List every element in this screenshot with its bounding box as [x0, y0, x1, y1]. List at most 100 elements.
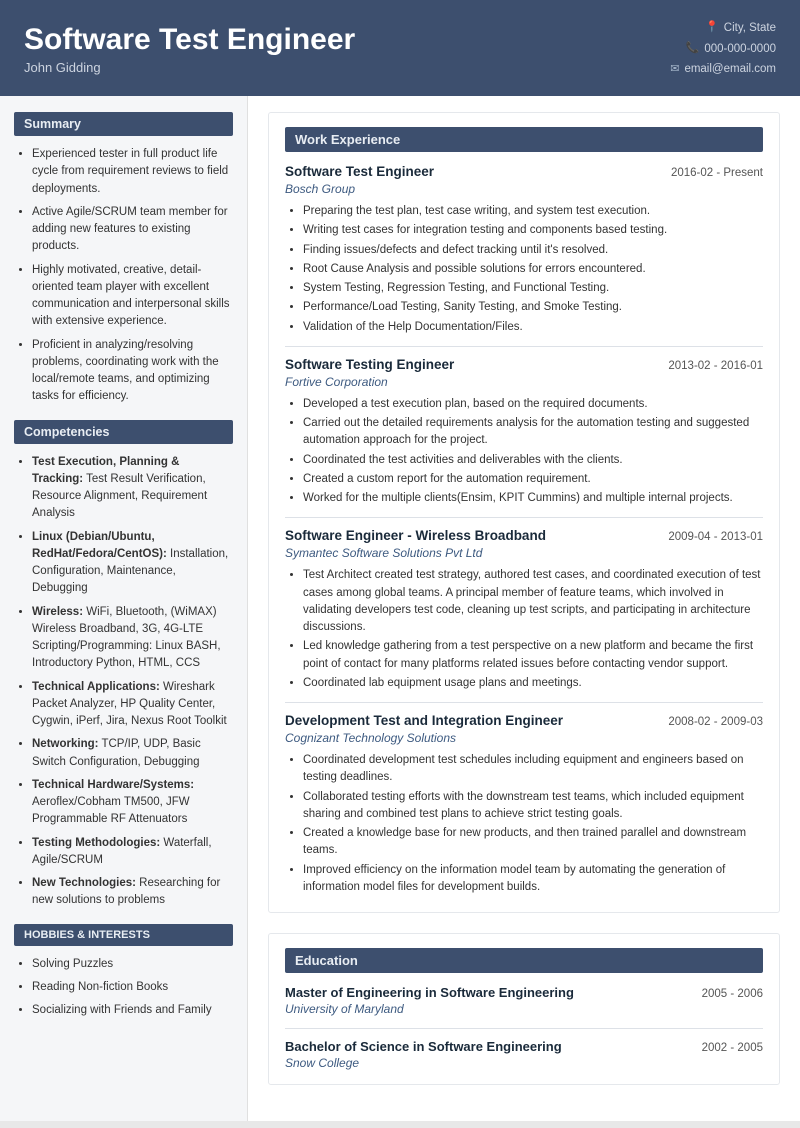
- comp-bold: Wireless:: [32, 606, 83, 618]
- comp-bold: New Technologies:: [32, 877, 136, 889]
- job-2-bullets: Test Architect created test strategy, au…: [285, 567, 763, 692]
- list-item: Networking: TCP/IP, UDP, Basic Switch Co…: [32, 736, 233, 771]
- location-text: City, State: [724, 18, 776, 39]
- list-item: Performance/Load Testing, Sanity Testing…: [303, 299, 763, 316]
- competencies-title: Competencies: [14, 420, 233, 444]
- list-item: Coordinated lab equipment usage plans an…: [303, 675, 763, 692]
- summary-list: Experienced tester in full product life …: [14, 146, 233, 406]
- job-3-company: Cognizant Technology Solutions: [285, 731, 763, 745]
- job-3-title: Development Test and Integration Enginee…: [285, 713, 563, 728]
- list-item: Wireless: WiFi, Bluetooth, (WiMAX) Wirel…: [32, 604, 233, 673]
- job-0: Software Test Engineer 2016-02 - Present…: [285, 164, 763, 336]
- sidebar: Summary Experienced tester in full produ…: [0, 96, 248, 1121]
- list-item: Preparing the test plan, test case writi…: [303, 203, 763, 220]
- job-2-title: Software Engineer - Wireless Broadband: [285, 528, 546, 543]
- email-icon: ✉: [670, 60, 679, 80]
- candidate-title: John Gidding: [24, 60, 355, 75]
- list-item: Coordinated the test activities and deli…: [303, 452, 763, 469]
- list-item: Carried out the detailed requirements an…: [303, 415, 763, 450]
- divider: [285, 1028, 763, 1029]
- job-2-dates: 2009-04 - 2013-01: [668, 531, 763, 543]
- list-item: Finding issues/defects and defect tracki…: [303, 242, 763, 259]
- list-item: Testing Methodologies: Waterfall, Agile/…: [32, 835, 233, 870]
- list-item: Worked for the multiple clients(Ensim, K…: [303, 490, 763, 507]
- work-experience-title: Work Experience: [285, 127, 763, 152]
- edu-0-dates: 2005 - 2006: [702, 988, 763, 1000]
- job-0-title: Software Test Engineer: [285, 164, 434, 179]
- job-1-dates: 2013-02 - 2016-01: [668, 360, 763, 372]
- comp-bold: Testing Methodologies:: [32, 837, 160, 849]
- contact-location: 📍 City, State: [670, 18, 776, 39]
- edu-1-degree: Bachelor of Science in Software Engineer…: [285, 1039, 562, 1054]
- main-content: Work Experience Software Test Engineer 2…: [248, 96, 800, 1121]
- phone-text: 000-000-0000: [704, 39, 776, 60]
- edu-1-school: Snow College: [285, 1056, 763, 1070]
- divider: [285, 346, 763, 347]
- edu-1-header: Bachelor of Science in Software Engineer…: [285, 1039, 763, 1054]
- hobbies-title: HOBBIES & INTERESTS: [14, 924, 233, 946]
- job-2-header: Software Engineer - Wireless Broadband 2…: [285, 528, 763, 543]
- competencies-list: Test Execution, Planning & Tracking: Tes…: [14, 454, 233, 910]
- header-right: 📍 City, State 📞 000-000-0000 ✉ email@ema…: [670, 18, 776, 80]
- list-item: Coordinated development test schedules i…: [303, 752, 763, 787]
- list-item: Reading Non-fiction Books: [32, 979, 233, 996]
- job-2: Software Engineer - Wireless Broadband 2…: [285, 528, 763, 692]
- job-1-bullets: Developed a test execution plan, based o…: [285, 396, 763, 508]
- list-item: Experienced tester in full product life …: [32, 146, 233, 198]
- list-item: New Technologies: Researching for new so…: [32, 875, 233, 910]
- comp-bold: Linux (Debian/Ubuntu, RedHat/Fedora/Cent…: [32, 531, 167, 560]
- education-section: Education Master of Engineering in Softw…: [268, 933, 780, 1085]
- phone-icon: 📞: [686, 39, 700, 59]
- location-icon: 📍: [705, 18, 719, 38]
- header: Software Test Engineer John Gidding 📍 Ci…: [0, 0, 800, 96]
- email-text: email@email.com: [684, 59, 776, 80]
- list-item: Developed a test execution plan, based o…: [303, 396, 763, 413]
- summary-title: Summary: [14, 112, 233, 136]
- work-experience-section: Work Experience Software Test Engineer 2…: [268, 112, 780, 913]
- job-0-dates: 2016-02 - Present: [671, 167, 763, 179]
- list-item: Technical Hardware/Systems: Aeroflex/Cob…: [32, 777, 233, 829]
- job-1: Software Testing Engineer 2013-02 - 2016…: [285, 357, 763, 508]
- header-left: Software Test Engineer John Gidding: [24, 23, 355, 75]
- edu-0-degree: Master of Engineering in Software Engine…: [285, 985, 574, 1000]
- job-3-bullets: Coordinated development test schedules i…: [285, 752, 763, 896]
- divider: [285, 517, 763, 518]
- edu-0-header: Master of Engineering in Software Engine…: [285, 985, 763, 1000]
- resume-wrapper: Software Test Engineer John Gidding 📍 Ci…: [0, 0, 800, 1121]
- education-title: Education: [285, 948, 763, 973]
- contact-email: ✉ email@email.com: [670, 59, 776, 80]
- list-item: Created a custom report for the automati…: [303, 471, 763, 488]
- contact-phone: 📞 000-000-0000: [670, 39, 776, 60]
- list-item: Technical Applications: Wireshark Packet…: [32, 679, 233, 731]
- list-item: Solving Puzzles: [32, 956, 233, 973]
- list-item: Socializing with Friends and Family: [32, 1002, 233, 1019]
- candidate-name: Software Test Engineer: [24, 23, 355, 56]
- comp-normal: Aeroflex/Cobham TM500, JFW Programmable …: [32, 796, 190, 825]
- job-0-header: Software Test Engineer 2016-02 - Present: [285, 164, 763, 179]
- comp-bold: Technical Hardware/Systems:: [32, 779, 194, 791]
- job-0-company: Bosch Group: [285, 182, 763, 196]
- list-item: Proficient in analyzing/resolving proble…: [32, 337, 233, 406]
- job-3-dates: 2008-02 - 2009-03: [668, 716, 763, 728]
- edu-1: Bachelor of Science in Software Engineer…: [285, 1039, 763, 1070]
- competencies-section: Competencies Test Execution, Planning & …: [14, 420, 233, 910]
- list-item: Test Architect created test strategy, au…: [303, 567, 763, 636]
- list-item: Led knowledge gathering from a test pers…: [303, 638, 763, 673]
- list-item: Collaborated testing efforts with the do…: [303, 789, 763, 824]
- list-item: Writing test cases for integration testi…: [303, 222, 763, 239]
- divider: [285, 702, 763, 703]
- summary-section: Summary Experienced tester in full produ…: [14, 112, 233, 406]
- list-item: Created a knowledge base for new product…: [303, 825, 763, 860]
- list-item: Root Cause Analysis and possible solutio…: [303, 261, 763, 278]
- list-item: Highly motivated, creative, detail-orien…: [32, 262, 233, 331]
- list-item: Validation of the Help Documentation/Fil…: [303, 319, 763, 336]
- edu-0-school: University of Maryland: [285, 1002, 763, 1016]
- job-1-company: Fortive Corporation: [285, 375, 763, 389]
- comp-bold: Networking:: [32, 738, 98, 750]
- job-3: Development Test and Integration Enginee…: [285, 713, 763, 896]
- hobbies-section: HOBBIES & INTERESTS Solving Puzzles Read…: [14, 924, 233, 1020]
- comp-bold: Technical Applications:: [32, 681, 160, 693]
- hobbies-list: Solving Puzzles Reading Non-fiction Book…: [14, 956, 233, 1020]
- edu-0: Master of Engineering in Software Engine…: [285, 985, 763, 1016]
- main-layout: Summary Experienced tester in full produ…: [0, 96, 800, 1121]
